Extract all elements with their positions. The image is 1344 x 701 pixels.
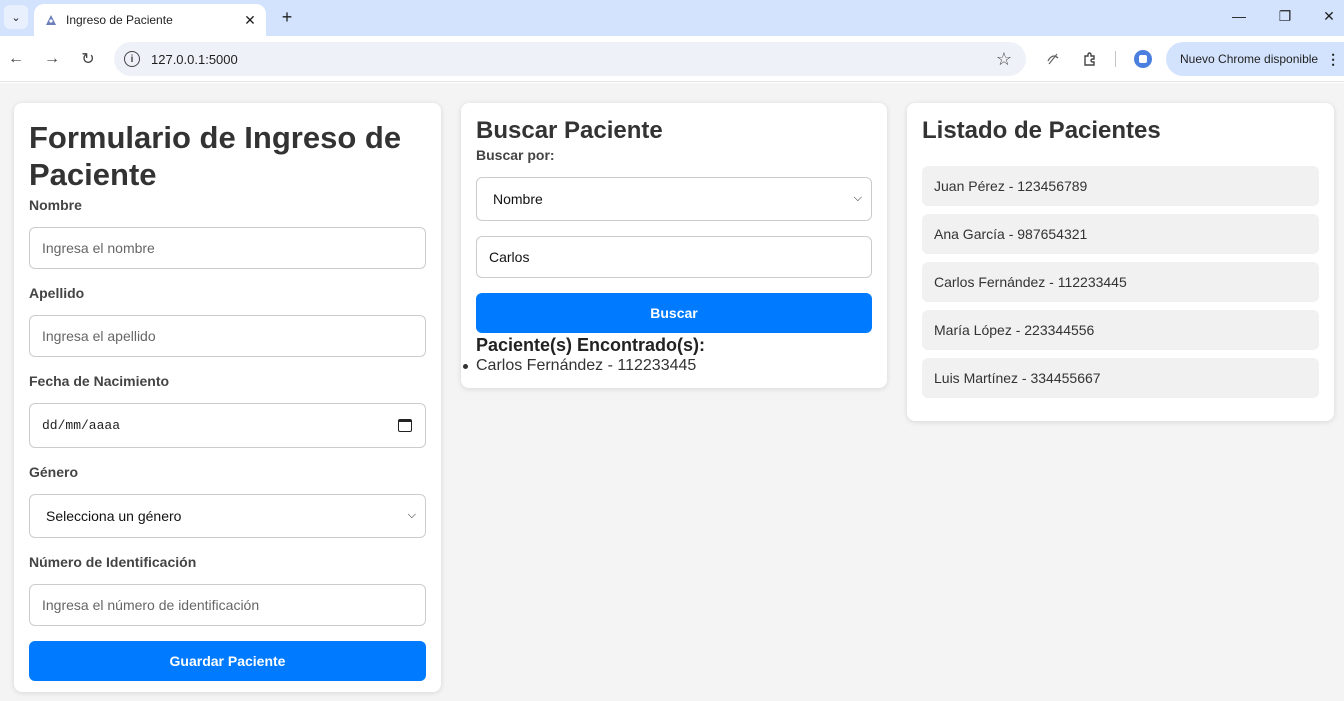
restore-icon: ❐ bbox=[1278, 7, 1292, 24]
more-vert-icon[interactable]: ⋮ bbox=[1326, 51, 1340, 68]
back-button[interactable]: ← bbox=[4, 47, 28, 71]
close-window-button[interactable]: ✕ bbox=[1312, 4, 1344, 28]
apellido-label: Apellido bbox=[29, 285, 85, 301]
chevron-down-icon: ⌵ bbox=[853, 192, 862, 204]
genero-label: Género bbox=[29, 464, 79, 480]
result-text: Carlos Fernández - 112233445 bbox=[476, 357, 697, 374]
calendar-icon[interactable] bbox=[398, 419, 412, 432]
chevron-down-icon: ⌵ bbox=[407, 509, 416, 521]
browser-toolbar: ← → ↻ i 127.0.0.1:5000 ☆ Nuevo Chrome di… bbox=[0, 36, 1344, 82]
tab-search-button[interactable]: ⌄ bbox=[4, 5, 28, 29]
results-list: Carlos Fernández - 112233445 bbox=[463, 357, 872, 375]
genero-selected: Selecciona un género bbox=[46, 508, 182, 524]
update-label: Nuevo Chrome disponible bbox=[1180, 52, 1319, 66]
patient-list: Juan Pérez - 123456789 Ana García - 9876… bbox=[922, 166, 1319, 398]
id-label: Número de Identificación bbox=[29, 554, 197, 570]
fecha-input[interactable]: dd/mm/aaaa bbox=[29, 403, 426, 448]
fecha-label: Fecha de Nacimiento bbox=[29, 373, 170, 389]
search-button[interactable]: Buscar bbox=[476, 293, 872, 333]
minimize-button[interactable]: — bbox=[1222, 4, 1256, 28]
url-text: 127.0.0.1:5000 bbox=[151, 51, 238, 67]
list-item: María López - 223344556 bbox=[922, 310, 1319, 350]
tracking-protection-icon[interactable] bbox=[1042, 48, 1064, 70]
browser-tab[interactable]: Ingreso de Paciente ✕ bbox=[34, 4, 266, 36]
patient-form-card: Formulario de Ingreso de Paciente Nombre… bbox=[14, 103, 441, 692]
browser-tab-strip: ⌄ Ingreso de Paciente ✕ + — ❐ ✕ bbox=[0, 0, 1344, 36]
profile-avatar[interactable] bbox=[1132, 48, 1154, 70]
save-patient-button[interactable]: Guardar Paciente bbox=[29, 641, 426, 681]
results-title: Paciente(s) Encontrado(s): bbox=[476, 335, 706, 355]
list-item: Carlos Fernández - 112233445 bbox=[922, 262, 1319, 302]
fecha-placeholder: dd/mm/aaaa bbox=[42, 418, 121, 433]
list-title: Listado de Pacientes bbox=[922, 117, 1161, 144]
nombre-input[interactable]: Ingresa el nombre bbox=[29, 227, 426, 269]
id-placeholder: Ingresa el número de identificación bbox=[42, 597, 260, 613]
nombre-placeholder: Ingresa el nombre bbox=[42, 240, 155, 256]
reload-icon: ↻ bbox=[81, 51, 95, 68]
genero-select[interactable]: Selecciona un género bbox=[29, 494, 426, 538]
tab-title: Ingreso de Paciente bbox=[66, 13, 173, 27]
extensions-icon[interactable] bbox=[1079, 48, 1101, 70]
apellido-input[interactable]: Ingresa el apellido bbox=[29, 315, 426, 357]
list-item: Ana García - 987654321 bbox=[922, 214, 1319, 254]
id-input[interactable]: Ingresa el número de identificación bbox=[29, 584, 426, 626]
address-bar[interactable]: i 127.0.0.1:5000 ☆ bbox=[114, 42, 1026, 76]
bullet-icon bbox=[463, 363, 468, 369]
forward-button[interactable]: → bbox=[40, 47, 64, 71]
bookmark-star-icon[interactable]: ☆ bbox=[996, 49, 1012, 70]
site-info-icon[interactable]: i bbox=[124, 51, 140, 67]
search-query: Carlos bbox=[489, 249, 530, 265]
chrome-update-button[interactable]: Nuevo Chrome disponible ⋮ bbox=[1166, 42, 1344, 76]
patient-list-card: Listado de Pacientes Juan Pérez - 123456… bbox=[907, 103, 1334, 421]
apellido-placeholder: Ingresa el apellido bbox=[42, 328, 156, 344]
search-by-label: Buscar por: bbox=[476, 147, 555, 163]
search-card: Buscar Paciente Buscar por: Nombre ⌵ Car… bbox=[461, 103, 887, 388]
reload-button[interactable]: ↻ bbox=[76, 47, 100, 71]
plus-icon: + bbox=[281, 6, 293, 27]
favicon-icon bbox=[44, 13, 58, 27]
list-item: Luis Martínez - 334455667 bbox=[922, 358, 1319, 398]
close-icon[interactable]: ✕ bbox=[240, 10, 260, 30]
form-title: Formulario de Ingreso de Paciente bbox=[29, 120, 402, 192]
search-input[interactable]: Carlos bbox=[476, 236, 872, 278]
chevron-down-icon: ⌄ bbox=[11, 11, 21, 24]
minimize-icon: — bbox=[1232, 8, 1246, 24]
page-body: Formulario de Ingreso de Paciente Nombre… bbox=[0, 83, 1344, 701]
restore-button[interactable]: ❐ bbox=[1268, 4, 1302, 28]
close-icon: ✕ bbox=[1323, 7, 1335, 24]
search-title: Buscar Paciente bbox=[476, 117, 663, 144]
nombre-label: Nombre bbox=[29, 197, 82, 213]
arrow-left-icon: ← bbox=[8, 50, 24, 67]
arrow-right-icon: → bbox=[44, 50, 60, 67]
result-item: Carlos Fernández - 112233445 bbox=[463, 357, 872, 375]
search-by-select[interactable]: Nombre bbox=[476, 177, 872, 221]
new-tab-button[interactable]: + bbox=[276, 6, 298, 28]
list-item: Juan Pérez - 123456789 bbox=[922, 166, 1319, 206]
search-by-selected: Nombre bbox=[493, 191, 543, 207]
toolbar-divider bbox=[1115, 51, 1116, 67]
